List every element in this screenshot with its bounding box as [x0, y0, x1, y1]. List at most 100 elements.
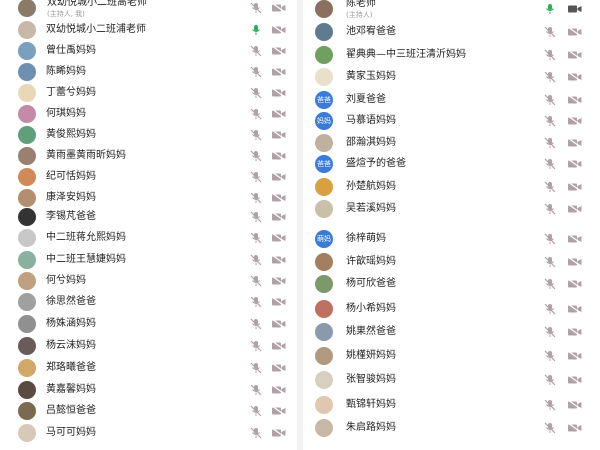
camera-off-icon[interactable]: [567, 181, 583, 193]
camera-off-icon[interactable]: [567, 422, 583, 434]
participant-row[interactable]: 中二班蒋允熙妈妈: [0, 227, 295, 249]
mic-muted-icon[interactable]: [543, 303, 557, 315]
mic-muted-icon[interactable]: [543, 181, 557, 193]
participant-row[interactable]: 爸爸 刘夏爸爸: [305, 89, 600, 111]
camera-off-icon[interactable]: [271, 296, 287, 308]
camera-off-icon[interactable]: [567, 326, 583, 338]
camera-off-icon[interactable]: [271, 129, 287, 141]
mic-muted-icon[interactable]: [249, 108, 263, 120]
mic-muted-icon[interactable]: [249, 427, 263, 439]
mic-muted-icon[interactable]: [543, 137, 557, 149]
camera-off-icon[interactable]: [567, 115, 583, 127]
camera-off-icon[interactable]: [567, 233, 583, 245]
mic-muted-icon[interactable]: [249, 384, 263, 396]
mic-muted-icon[interactable]: [249, 2, 263, 14]
mic-muted-icon[interactable]: [249, 275, 263, 287]
mic-muted-icon[interactable]: [249, 405, 263, 417]
camera-off-icon[interactable]: [271, 211, 287, 223]
camera-off-icon[interactable]: [567, 399, 583, 411]
participant-row[interactable]: 杨可欣爸爸: [305, 273, 600, 295]
mic-muted-icon[interactable]: [543, 94, 557, 106]
mic-muted-icon[interactable]: [543, 350, 557, 362]
camera-off-icon[interactable]: [271, 2, 287, 14]
mic-muted-icon[interactable]: [543, 49, 557, 61]
camera-off-icon[interactable]: [567, 26, 583, 38]
camera-off-icon[interactable]: [271, 192, 287, 204]
participant-row[interactable]: 吕懿恒爸爸: [0, 400, 295, 422]
mic-on-icon[interactable]: [543, 3, 557, 15]
mic-muted-icon[interactable]: [543, 71, 557, 83]
camera-off-icon[interactable]: [271, 232, 287, 244]
participant-row[interactable]: 吴若溪妈妈: [305, 198, 600, 220]
mic-muted-icon[interactable]: [249, 150, 263, 162]
mic-muted-icon[interactable]: [543, 374, 557, 386]
camera-off-icon[interactable]: [567, 350, 583, 362]
participant-list-left[interactable]: 双幼悦城小二班高老师 (主持人, 我) 双幼悦城小二班浦老师 曾仕禹妈妈 陈睎妈妈 丁蕾兮…: [0, 0, 295, 450]
participant-row[interactable]: 何兮妈妈: [0, 270, 295, 292]
participant-row[interactable]: 张智骏妈妈: [305, 369, 600, 391]
camera-off-icon[interactable]: [567, 203, 583, 215]
mic-muted-icon[interactable]: [543, 115, 557, 127]
camera-off-icon[interactable]: [271, 427, 287, 439]
camera-off-icon[interactable]: [567, 278, 583, 290]
participant-row[interactable]: 邵瀚淇妈妈: [305, 132, 600, 154]
participant-row[interactable]: 妈妈 马慕语妈妈: [305, 110, 600, 132]
participant-row[interactable]: 许歆瑶妈妈: [305, 251, 600, 273]
participant-row[interactable]: 爸爸 盛煊予的爸爸: [305, 153, 600, 175]
participant-row[interactable]: 姚槿妍妈妈: [305, 345, 600, 367]
participant-row[interactable]: 郑珞曦爸爸: [0, 357, 295, 379]
participant-row[interactable]: 翟典典—中三班汪清沂妈妈: [305, 44, 600, 66]
mic-muted-icon[interactable]: [249, 296, 263, 308]
camera-off-icon[interactable]: [271, 45, 287, 57]
mic-muted-icon[interactable]: [543, 203, 557, 215]
participant-row[interactable]: 陈睎妈妈: [0, 61, 295, 83]
camera-off-icon[interactable]: [567, 374, 583, 386]
mic-muted-icon[interactable]: [543, 278, 557, 290]
participant-row[interactable]: 陈老师 (主持人): [305, 0, 600, 20]
participant-row[interactable]: 马可可妈妈: [0, 422, 295, 444]
camera-off-icon[interactable]: [271, 171, 287, 183]
mic-muted-icon[interactable]: [249, 192, 263, 204]
participant-row[interactable]: 纪可恬妈妈: [0, 166, 295, 188]
mic-muted-icon[interactable]: [249, 66, 263, 78]
participant-row[interactable]: 杨姝涵妈妈: [0, 313, 295, 335]
mic-muted-icon[interactable]: [543, 26, 557, 38]
participant-row[interactable]: 双幼悦城小二班浦老师: [0, 19, 295, 41]
camera-off-icon[interactable]: [271, 87, 287, 99]
participant-row[interactable]: 丁蕾兮妈妈: [0, 82, 295, 104]
camera-off-icon[interactable]: [271, 150, 287, 162]
participant-row[interactable]: 黄家玉妈妈: [305, 66, 600, 88]
mic-on-icon[interactable]: [249, 24, 263, 36]
participant-row[interactable]: 姚果然爸爸: [305, 321, 600, 343]
participant-row[interactable]: 萌妈 徐梓萌妈: [305, 228, 600, 250]
mic-muted-icon[interactable]: [543, 256, 557, 268]
participant-row[interactable]: 黄雨墨黄雨昕妈妈: [0, 145, 295, 167]
mic-muted-icon[interactable]: [249, 129, 263, 141]
participant-row[interactable]: 中二班王慧婕妈妈: [0, 249, 295, 271]
camera-off-icon[interactable]: [271, 318, 287, 330]
participant-row[interactable]: 何琪妈妈: [0, 103, 295, 125]
participant-row[interactable]: 黄俊熙妈妈: [0, 124, 295, 146]
participant-row[interactable]: 池邓宥爸爸: [305, 21, 600, 43]
camera-off-icon[interactable]: [271, 362, 287, 374]
camera-off-icon[interactable]: [567, 71, 583, 83]
camera-on-icon[interactable]: [567, 3, 582, 15]
camera-off-icon[interactable]: [271, 24, 287, 36]
participant-row[interactable]: 李锡芃爸爸: [0, 206, 295, 228]
mic-muted-icon[interactable]: [543, 399, 557, 411]
camera-off-icon[interactable]: [567, 158, 583, 170]
mic-muted-icon[interactable]: [543, 158, 557, 170]
camera-off-icon[interactable]: [567, 256, 583, 268]
participant-row[interactable]: 孙楚航妈妈: [305, 176, 600, 198]
camera-off-icon[interactable]: [567, 49, 583, 61]
camera-off-icon[interactable]: [271, 66, 287, 78]
participant-row[interactable]: 徐思然爸爸: [0, 291, 295, 313]
camera-off-icon[interactable]: [271, 405, 287, 417]
participant-row[interactable]: 甄锦轩妈妈: [305, 394, 600, 416]
mic-muted-icon[interactable]: [249, 254, 263, 266]
mic-muted-icon[interactable]: [249, 211, 263, 223]
mic-muted-icon[interactable]: [249, 340, 263, 352]
camera-off-icon[interactable]: [271, 384, 287, 396]
camera-off-icon[interactable]: [271, 108, 287, 120]
participant-row[interactable]: 双幼悦城小二班高老师 (主持人, 我): [0, 0, 295, 19]
